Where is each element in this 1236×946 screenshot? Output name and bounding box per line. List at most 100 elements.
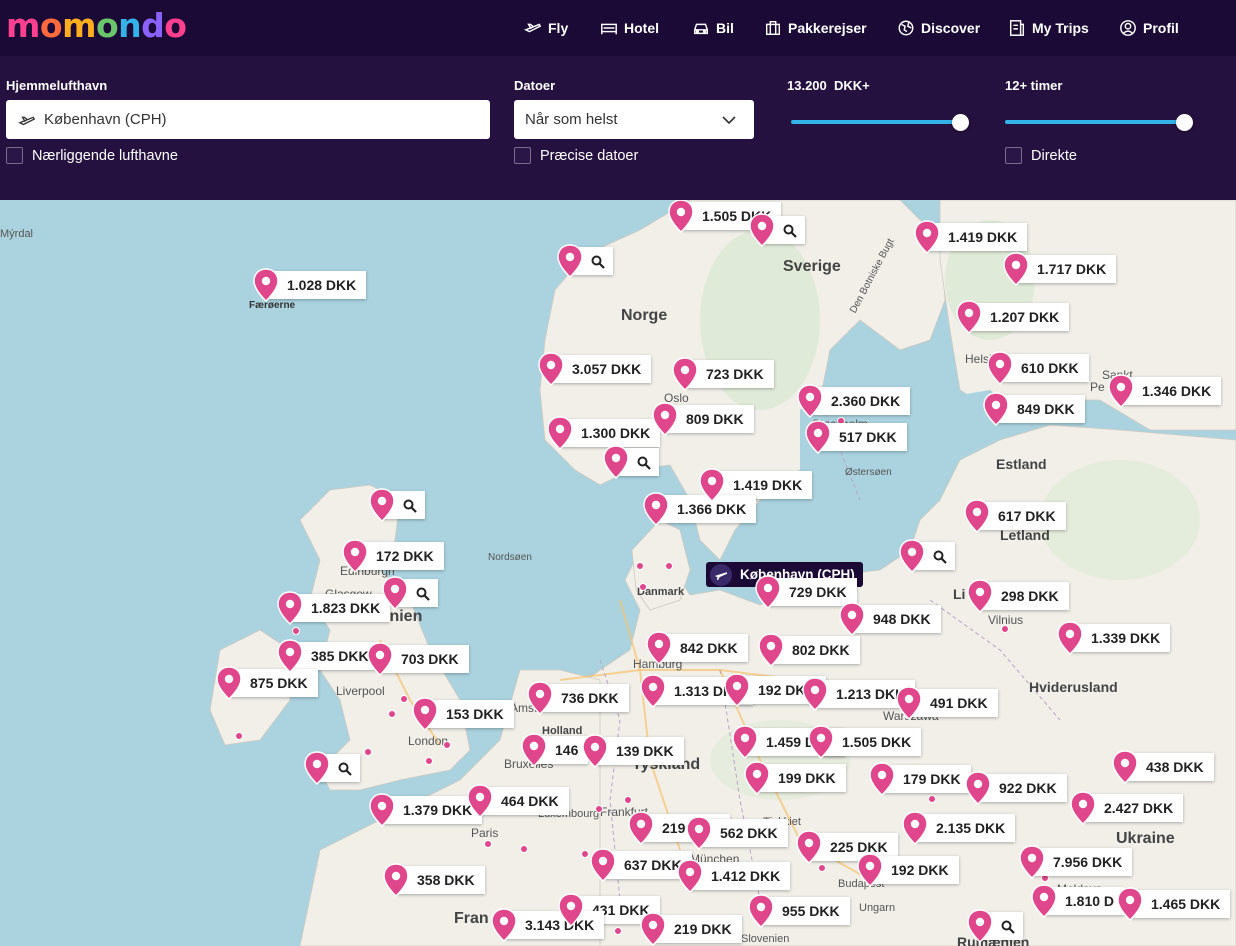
price-marker[interactable]: 1.300 DKK xyxy=(547,416,661,451)
price-marker[interactable]: 7.956 DKK xyxy=(1019,845,1133,880)
city-dot[interactable] xyxy=(484,840,492,848)
price-marker[interactable]: 2.135 DKK xyxy=(902,811,1016,846)
nearby-airports-checkbox[interactable]: Nærliggende lufthavne xyxy=(6,147,178,164)
price-marker[interactable]: 610 DKK xyxy=(987,351,1089,386)
city-dot[interactable] xyxy=(581,850,589,858)
price-marker[interactable]: 1.339 DKK xyxy=(1057,621,1171,656)
price-marker[interactable]: 464 DKK xyxy=(467,784,569,819)
price-marker[interactable]: 1.419 DKK xyxy=(914,220,1028,255)
nav-discover[interactable]: Discover xyxy=(897,0,980,56)
map-pin-icon xyxy=(643,492,669,527)
checkbox-box[interactable] xyxy=(1005,147,1022,164)
price-marker[interactable]: 1.028 DKK xyxy=(253,268,367,303)
map-pin-icon xyxy=(896,686,922,721)
search-marker[interactable] xyxy=(369,488,425,523)
precise-dates-checkbox[interactable]: Præcise datoer xyxy=(514,147,638,164)
price-label: 610 DKK xyxy=(1001,354,1089,382)
city-dot[interactable] xyxy=(425,757,433,765)
destination-map[interactable]: Sverige Norge Estland Letland Storbritan… xyxy=(0,200,1236,946)
price-marker[interactable]: 1.379 DKK xyxy=(369,793,483,828)
price-marker[interactable]: 1.823 DKK xyxy=(277,591,391,626)
price-marker[interactable]: 1.717 DKK xyxy=(1003,252,1117,287)
search-marker[interactable] xyxy=(382,576,438,611)
price-marker[interactable]: 617 DKK xyxy=(964,499,1066,534)
price-marker[interactable]: 385 DKK xyxy=(277,639,379,674)
search-marker[interactable] xyxy=(749,213,805,248)
city-dot[interactable] xyxy=(1001,625,1009,633)
city-dot[interactable] xyxy=(292,627,300,635)
search-marker[interactable] xyxy=(967,909,1023,944)
price-marker[interactable]: 139 DKK xyxy=(582,734,684,769)
price-marker[interactable]: 179 DKK xyxy=(869,762,971,797)
city-dot[interactable] xyxy=(443,741,451,749)
city-dot[interactable] xyxy=(364,748,372,756)
search-marker[interactable] xyxy=(603,445,659,480)
city-dot[interactable] xyxy=(928,795,936,803)
price-marker[interactable]: 3.057 DKK xyxy=(538,352,652,387)
price-marker[interactable]: 1.810 D xyxy=(1031,884,1125,919)
price-marker[interactable]: 736 DKK xyxy=(527,681,629,716)
city-dot[interactable] xyxy=(665,562,673,570)
price-marker[interactable]: 809 DKK xyxy=(652,402,754,437)
price-marker[interactable]: 703 DKK xyxy=(367,642,469,677)
price-marker[interactable]: 1.412 DKK xyxy=(677,859,791,894)
momondo-logo[interactable]: momondo xyxy=(6,6,187,46)
price-marker[interactable]: 517 DKK xyxy=(805,420,907,455)
price-marker[interactable]: 955 DKK xyxy=(748,894,850,929)
price-marker[interactable]: 2.360 DKK xyxy=(797,384,911,419)
nav-my-trips[interactable]: My Trips xyxy=(1008,0,1089,56)
price-marker[interactable]: 1.465 DKK xyxy=(1117,887,1231,922)
city-dot[interactable] xyxy=(639,583,647,591)
search-marker[interactable] xyxy=(304,751,360,786)
city-dot[interactable] xyxy=(400,695,408,703)
price-slider-handle[interactable] xyxy=(952,114,969,131)
map-pin-icon xyxy=(724,673,750,708)
search-marker[interactable] xyxy=(557,244,613,279)
nav-hotel[interactable]: Hotel xyxy=(600,0,659,56)
price-marker[interactable]: 849 DKK xyxy=(983,392,1085,427)
price-marker[interactable]: 723 DKK xyxy=(672,357,774,392)
price-marker[interactable]: 2.427 DKK xyxy=(1070,791,1184,826)
nav-fly[interactable]: Fly xyxy=(524,0,568,56)
price-marker[interactable]: 199 DKK xyxy=(744,761,846,796)
price-marker[interactable]: 153 DKK xyxy=(412,697,514,732)
nav-car[interactable]: Bil xyxy=(692,0,734,56)
city-dot[interactable] xyxy=(520,845,528,853)
city-dot[interactable] xyxy=(818,864,826,872)
city-dot[interactable] xyxy=(636,562,644,570)
price-marker[interactable]: 3.143 DKK xyxy=(491,908,605,943)
dates-select[interactable]: Når som helst xyxy=(514,100,754,139)
price-slider-track[interactable] xyxy=(791,120,961,124)
city-dot[interactable] xyxy=(614,927,622,935)
nav-packages[interactable]: Pakkerejser xyxy=(764,0,867,56)
price-marker[interactable]: 1.346 DKK xyxy=(1108,374,1222,409)
price-marker[interactable]: 438 DKK xyxy=(1112,750,1214,785)
origin-input[interactable]: København (CPH) xyxy=(6,100,490,139)
city-dot[interactable] xyxy=(624,796,632,804)
map-pin-icon xyxy=(582,734,608,769)
checkbox-box[interactable] xyxy=(514,147,531,164)
price-marker[interactable]: 948 DKK xyxy=(839,602,941,637)
checkbox-box[interactable] xyxy=(6,147,23,164)
duration-slider-handle[interactable] xyxy=(1176,114,1193,131)
price-marker[interactable]: 562 DKK xyxy=(686,816,788,851)
price-marker[interactable]: 842 DKK xyxy=(646,631,748,666)
price-marker[interactable]: 219 DKK xyxy=(640,912,742,946)
city-dot[interactable] xyxy=(388,710,396,718)
price-marker[interactable]: 802 DKK xyxy=(758,633,860,668)
price-marker[interactable]: 1.207 DKK xyxy=(956,300,1070,335)
duration-slider-track[interactable] xyxy=(1005,120,1185,124)
price-marker[interactable]: 358 DKK xyxy=(383,863,485,898)
price-marker[interactable]: 922 DKK xyxy=(965,771,1067,806)
city-dot[interactable] xyxy=(595,805,603,813)
price-marker[interactable]: 1.505 DKK xyxy=(808,725,922,760)
direct-checkbox[interactable]: Direkte xyxy=(1005,147,1077,164)
price-marker[interactable]: 172 DKK xyxy=(342,539,444,574)
search-marker[interactable] xyxy=(899,539,955,574)
nav-profile[interactable]: Profil xyxy=(1119,0,1179,56)
price-marker[interactable]: 298 DKK xyxy=(967,579,1069,614)
price-marker[interactable]: 491 DKK xyxy=(896,686,998,721)
price-marker[interactable]: 192 DKK xyxy=(857,853,959,888)
price-marker[interactable]: 146 xyxy=(521,733,589,768)
city-dot[interactable] xyxy=(235,732,243,740)
